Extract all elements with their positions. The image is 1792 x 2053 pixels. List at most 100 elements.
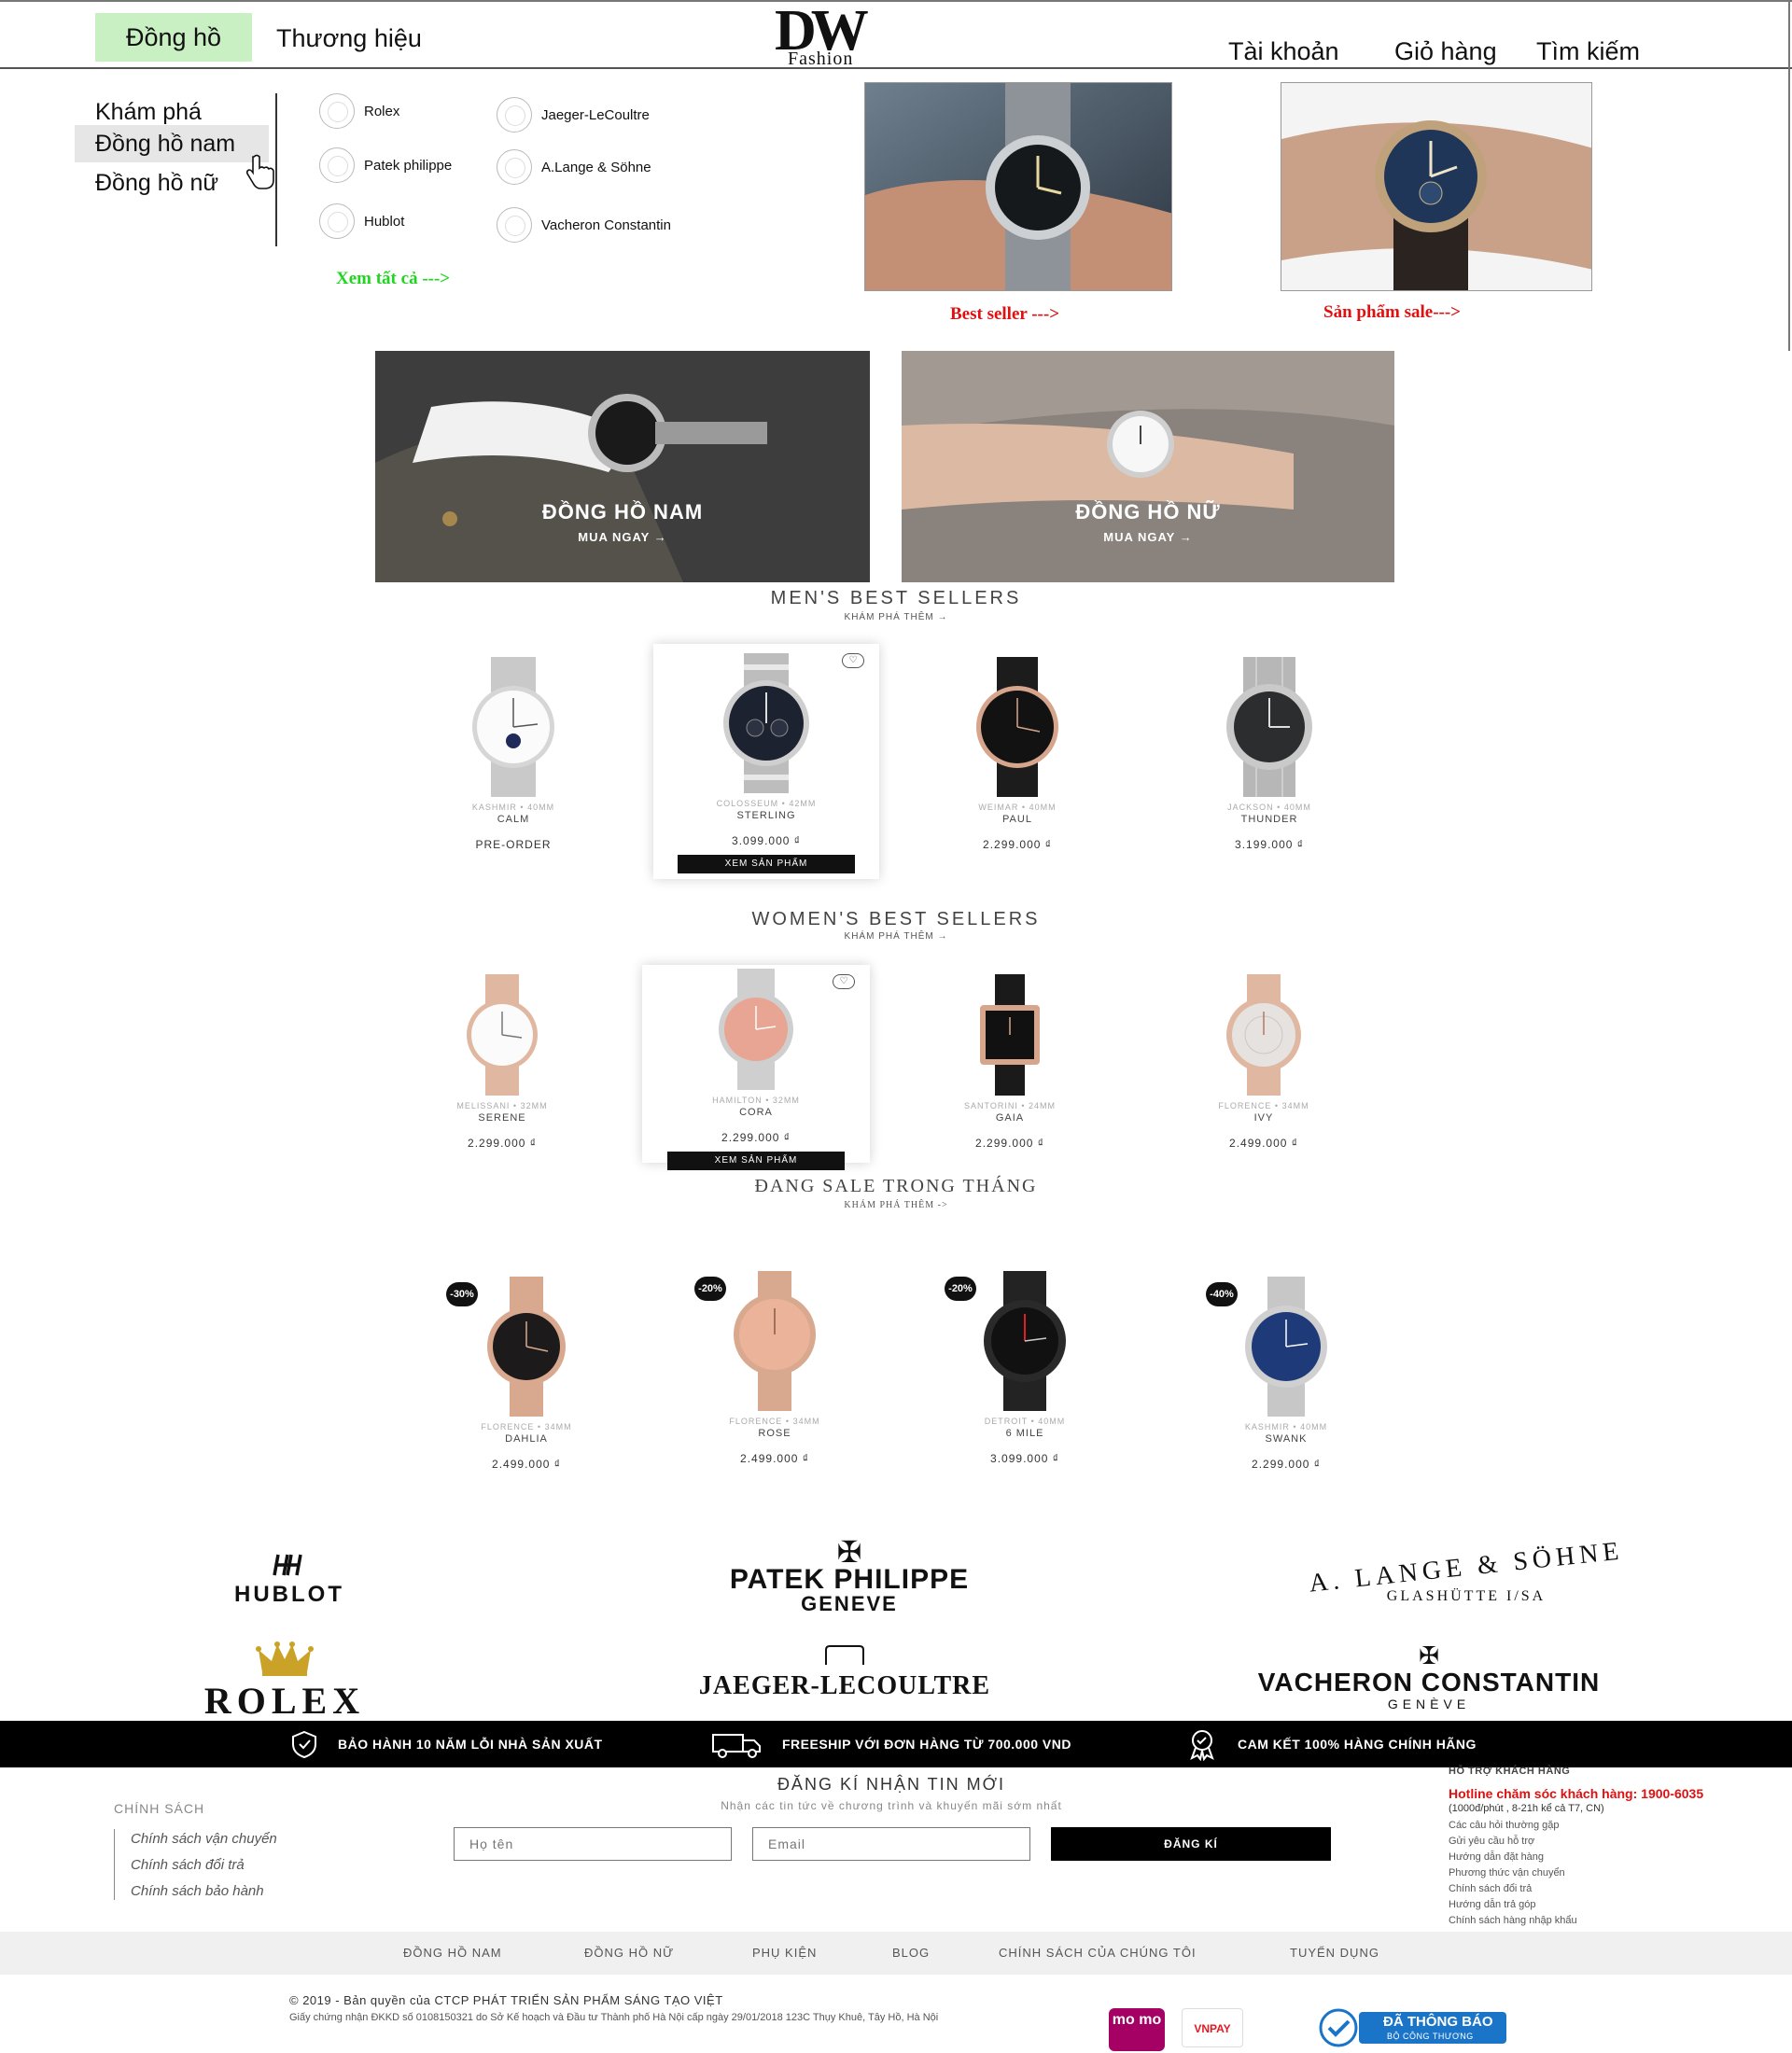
heart-icon[interactable]: ♡ xyxy=(833,974,855,989)
top-header xyxy=(0,0,1792,69)
menu-women-watches[interactable]: Đồng hồ nữ xyxy=(95,170,218,197)
best-seller-link[interactable]: Best seller ---> xyxy=(950,304,1059,325)
product-name: IVY xyxy=(1253,1112,1274,1124)
product-name: 6 MILE xyxy=(1005,1428,1044,1439)
footer-nav-careers[interactable]: TUYỂN DỤNG xyxy=(1290,1946,1379,1960)
sale-more-link[interactable]: KHÁM PHÁ THÊM -> xyxy=(0,1200,1792,1210)
support-link-return[interactable]: Chính sách đổi trả xyxy=(1449,1883,1532,1894)
product-card-highlighted[interactable]: ♡ COLOSSEUM • 42MM STERLING 3.099.000 ₫ … xyxy=(653,644,879,879)
subscribe-button[interactable]: ĐĂNG KÍ xyxy=(1051,1827,1331,1861)
watch-image xyxy=(980,974,1040,1096)
product-card[interactable]: FLORENCE • 34MM IVY 2.499.000 ₫ xyxy=(1161,974,1366,1150)
policy-warranty-link[interactable]: Chính sách bảo hành xyxy=(131,1883,264,1899)
menu-brand-hublot[interactable]: Hublot xyxy=(319,199,404,244)
women-banner-cta[interactable]: MUA NGAY → xyxy=(902,530,1394,544)
product-card[interactable]: WEIMAR • 40MM PAUL 2.299.000 ₫ xyxy=(915,657,1120,851)
product-price: 2.499.000 ₫ xyxy=(740,1452,809,1465)
footer-nav-accessories[interactable]: PHỤ KIỆN xyxy=(752,1946,817,1960)
site-logo[interactable]: DW Fashion xyxy=(775,2,896,69)
menu-explore[interactable]: Khám phá xyxy=(95,99,202,126)
product-card[interactable]: -40% KASHMIR • 40MM SWANK 2.299.000 ₫ xyxy=(1183,1277,1389,1471)
logo-sub: Fashion xyxy=(788,49,854,69)
support-link-order-guide[interactable]: Hướng dẫn đặt hàng xyxy=(1449,1851,1544,1863)
view-product-button[interactable]: XEM SẢN PHẨM xyxy=(667,1152,845,1170)
product-price: 3.199.000 ₫ xyxy=(1235,838,1304,851)
vacheron-logo[interactable]: ✠ VACHERON CONSTANTIN GENÈVE xyxy=(1228,1642,1630,1711)
cart-link[interactable]: Giỏ hàng xyxy=(1394,37,1497,66)
rolex-text: ROLEX xyxy=(203,1680,366,1722)
watch-thumb-icon xyxy=(319,143,355,188)
product-price: 2.299.000 ₫ xyxy=(468,1137,537,1150)
support-hours: (1000đ/phút , 8-21h kể cả T7, CN) xyxy=(1449,1803,1604,1814)
sale-title: ĐANG SALE TRONG THÁNG xyxy=(754,1176,1038,1196)
bct-badge[interactable]: ĐÃ THÔNG BÁO BỘ CÔNG THƯƠNG xyxy=(1312,2008,1508,2047)
hublot-logo[interactable]: HUBLOT xyxy=(205,1553,373,1608)
product-card[interactable]: KASHMIR • 40MM CALM PRE-ORDER xyxy=(411,657,616,851)
product-name: CALM xyxy=(497,814,530,825)
womens-best-more-link[interactable]: KHÁM PHÁ THÊM → xyxy=(0,931,1792,942)
product-card[interactable]: -30% FLORENCE • 34MM DAHLIA 2.499.000 ₫ xyxy=(424,1277,629,1471)
footer-nav-women[interactable]: ĐỒNG HỒ NỮ xyxy=(584,1946,674,1960)
menu-border xyxy=(1788,0,1790,351)
footer-nav-blog[interactable]: BLOG xyxy=(892,1946,930,1960)
patek-logo[interactable]: ✠ PATEK PHILIPPE GENEVE xyxy=(691,1537,1008,1614)
rolex-logo[interactable]: ROLEX xyxy=(168,1641,401,1720)
watch-image xyxy=(723,653,809,793)
discount-badge: -40% xyxy=(1206,1282,1238,1306)
name-input[interactable] xyxy=(454,1827,732,1861)
product-card[interactable]: JACKSON • 40MM THUNDER 3.199.000 ₫ xyxy=(1167,657,1372,851)
support-link-faq[interactable]: Các câu hỏi thường gặp xyxy=(1449,1820,1560,1831)
menu-brand-patek[interactable]: Patek philippe xyxy=(319,143,453,188)
support-link-shipping[interactable]: Phương thức vận chuyển xyxy=(1449,1867,1565,1878)
menu-brand-lange[interactable]: A.Lange & Söhne xyxy=(497,145,651,189)
nav-brands[interactable]: Thương hiệu xyxy=(276,24,422,53)
product-price: 2.499.000 ₫ xyxy=(492,1458,561,1471)
sale-product-image[interactable] xyxy=(1281,82,1592,291)
sale-products-link[interactable]: Sản phẩm sale---> xyxy=(1323,302,1461,323)
policy-return-link[interactable]: Chính sách đổi trả xyxy=(131,1857,245,1873)
product-price: 3.099.000 ₫ xyxy=(732,834,801,847)
product-name: SWANK xyxy=(1265,1433,1308,1445)
mens-best-more-link[interactable]: KHÁM PHÁ THÊM → xyxy=(0,612,1792,622)
support-hotline[interactable]: Hotline chăm sóc khách hàng: 1900-6035 xyxy=(1449,1786,1703,1801)
men-banner-cta[interactable]: MUA NGAY → xyxy=(375,530,870,544)
account-link[interactable]: Tài khoản xyxy=(1228,37,1339,66)
footer-nav-men[interactable]: ĐỒNG HỒ NAM xyxy=(403,1946,502,1960)
nav-watches[interactable]: Đồng hồ xyxy=(95,13,252,62)
product-price: 2.499.000 ₫ xyxy=(1229,1137,1298,1150)
momo-text: mo mo xyxy=(1112,2012,1162,2028)
support-heading: HỖ TRỢ KHÁCH HÀNG xyxy=(1449,1766,1571,1777)
footer-nav-policy[interactable]: CHÍNH SÁCH CỦA CHÚNG TÔI xyxy=(999,1946,1197,1960)
product-spec: DETROIT • 40MM xyxy=(984,1417,1066,1426)
jaeger-logo[interactable]: JAEGER-LECOULTRE xyxy=(681,1644,1008,1701)
menu-brand-jaeger[interactable]: Jaeger-LeCoultre xyxy=(497,92,650,137)
lange-logo[interactable]: A. LANGE & SÖHNE GLASHÜTTE I/SA xyxy=(1294,1536,1639,1605)
menu-brand-rolex[interactable]: Rolex xyxy=(319,89,399,133)
email-input[interactable] xyxy=(752,1827,1030,1861)
women-banner[interactable]: ĐỒNG HỒ NỮ MUA NGAY → xyxy=(902,351,1394,582)
product-spec: KASHMIR • 40MM xyxy=(471,803,555,812)
product-card[interactable]: SANTORINI • 24MM GAIA 2.299.000 ₫ xyxy=(907,974,1113,1150)
product-card[interactable]: -20% DETROIT • 40MM 6 MILE 3.099.000 ₫ xyxy=(922,1271,1127,1465)
heart-icon[interactable]: ♡ xyxy=(842,653,864,668)
product-card[interactable]: MELISSANI • 32MM SERENE 2.299.000 ₫ xyxy=(399,974,605,1150)
see-all-link[interactable]: Xem tất cả ---> xyxy=(336,269,450,289)
product-name: GAIA xyxy=(995,1112,1025,1124)
policy-shipping-link[interactable]: Chính sách vận chuyển xyxy=(131,1831,277,1847)
shield-icon xyxy=(292,1730,316,1759)
support-link-import[interactable]: Chính sách hàng nhập khẩu xyxy=(1449,1915,1577,1926)
view-product-button[interactable]: XEM SẢN PHẨM xyxy=(678,855,855,873)
product-card-highlighted[interactable]: ♡ HAMILTON • 32MM CORA 2.299.000 ₫ XEM S… xyxy=(642,965,870,1170)
menu-brand-vacheron[interactable]: Vacheron Constantin xyxy=(497,203,671,247)
product-spec: MELISSANI • 32MM xyxy=(456,1101,548,1110)
product-card[interactable]: -20% FLORENCE • 34MM ROSE 2.499.000 ₫ xyxy=(672,1271,877,1465)
product-price: 2.299.000 ₫ xyxy=(975,1137,1044,1150)
product-price: PRE-ORDER xyxy=(475,838,552,851)
support-link-request[interactable]: Gửi yêu cầu hỗ trợ xyxy=(1449,1836,1534,1847)
men-banner[interactable]: ĐỒNG HỒ NAM MUA NGAY → xyxy=(375,351,870,582)
search-link[interactable]: Tìm kiếm xyxy=(1536,37,1640,66)
support-link-installment[interactable]: Hướng dẫn trả góp xyxy=(1449,1899,1535,1910)
brand-label: Patek philippe xyxy=(364,157,453,174)
menu-men-watches[interactable]: Đồng hồ nam xyxy=(95,131,235,158)
best-seller-image[interactable] xyxy=(864,82,1172,291)
